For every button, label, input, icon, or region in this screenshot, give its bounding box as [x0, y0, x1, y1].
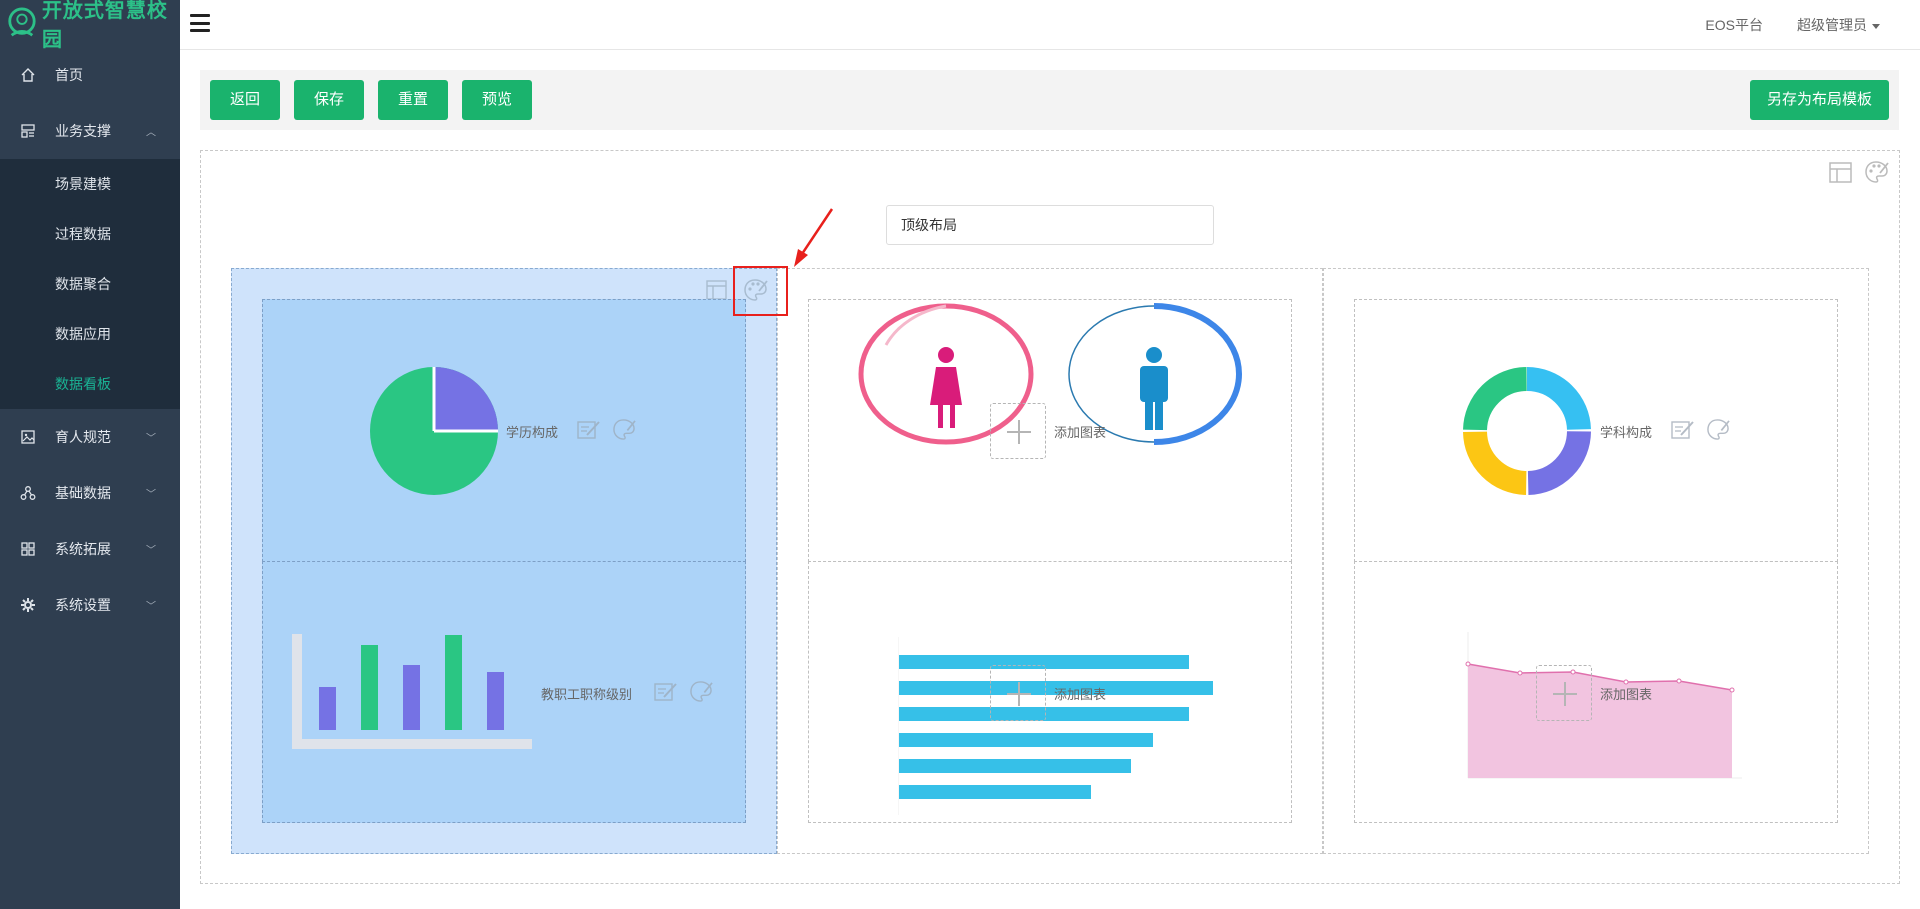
toolbar: 返回 保存 重置 预览 另存为布局模板 — [200, 70, 1899, 130]
sidebar-item-label: 系统拓展 — [55, 541, 111, 557]
edit-icon[interactable] — [577, 419, 601, 440]
chart-title: 添加图表 — [1600, 687, 1653, 702]
sidebar-item-system-extension[interactable]: 系统拓展 ﹀ — [0, 521, 180, 577]
sidebar-item-basic-data[interactable]: 基础数据 ﹀ — [0, 465, 180, 521]
logo-text: 开放式智慧校园 — [41, 0, 168, 51]
sidebar-item-label: 首页 — [55, 67, 83, 83]
sidebar-item-label: 育人规范 — [55, 429, 111, 445]
sitemap-icon — [20, 485, 36, 501]
donut-chart-preview — [1463, 367, 1591, 495]
palette-icon[interactable] — [1864, 160, 1889, 184]
sidebar-subitem-scene-modeling[interactable]: 场景建模 — [0, 159, 180, 209]
palette-icon[interactable] — [1706, 418, 1730, 441]
edit-icon[interactable] — [654, 681, 678, 702]
layout-name-input[interactable]: 顶级布局 — [886, 205, 1214, 245]
chevron-down-icon: ﹀ — [146, 601, 156, 613]
chart-title: 教职工职称级别 — [541, 687, 633, 702]
sidebar-submenu: 场景建模 过程数据 数据聚合 数据应用 数据看板 — [0, 159, 180, 409]
annotation-arrow-icon — [794, 208, 834, 267]
sidebar-item-education-norms[interactable]: 育人规范 ﹀ — [0, 409, 180, 465]
sidebar-item-label: 业务支撑 — [55, 123, 111, 139]
add-chart-button[interactable] — [990, 403, 1046, 459]
menu-toggle-icon[interactable] — [190, 14, 210, 32]
area-chart-preview — [1465, 632, 1742, 779]
sidebar-item-home[interactable]: 首页 — [0, 47, 180, 103]
logo-icon — [8, 7, 36, 36]
chart-title: 学历构成 — [506, 425, 559, 440]
chevron-down-icon: ﹀ — [146, 545, 156, 557]
palette-icon[interactable] — [689, 680, 713, 703]
dashboard-icon — [20, 123, 36, 139]
gear-icon — [20, 597, 36, 613]
sidebar-subitem-data-aggregation[interactable]: 数据聚合 — [0, 259, 180, 309]
pie-chart-preview — [370, 367, 498, 495]
chart-cell-subjects[interactable] — [1354, 299, 1838, 562]
horizontal-bar-chart-preview — [898, 637, 1213, 815]
save-as-template-button[interactable]: 另存为布局模板 — [1750, 80, 1889, 120]
add-chart-button[interactable] — [990, 665, 1046, 721]
bar-chart-preview — [292, 634, 532, 749]
chevron-down-icon: ﹀ — [146, 489, 156, 501]
chart-cell-education[interactable] — [262, 299, 746, 562]
add-chart-button[interactable] — [1536, 665, 1592, 721]
sidebar-subitem-data-dashboard[interactable]: 数据看板 — [0, 359, 180, 409]
sidebar-item-label: 系统设置 — [55, 597, 111, 613]
preview-button[interactable]: 预览 — [462, 80, 532, 120]
chart-title: 添加图表 — [1054, 425, 1107, 440]
top-right-menu: EOS平台 超级管理员 — [1705, 0, 1880, 50]
palette-icon[interactable] — [612, 418, 636, 441]
user-name: 超级管理员 — [1797, 17, 1867, 33]
gender-chart-preview — [858, 303, 1242, 445]
caret-down-icon — [1872, 23, 1880, 29]
reset-button[interactable]: 重置 — [378, 80, 448, 120]
sidebar-item-business-support[interactable]: 业务支撑 ︿ — [0, 103, 180, 159]
chevron-up-icon: ︿ — [146, 127, 156, 139]
sidebar: 开放式智慧校园 首页 业务支撑 ︿ 场景建模 过程数据 数据聚合 数据应用 数据… — [0, 0, 180, 909]
home-icon — [20, 67, 36, 83]
chart-title: 添加图表 — [1054, 687, 1107, 702]
chart-title: 学科构成 — [1600, 425, 1653, 440]
user-menu[interactable]: 超级管理员 — [1797, 15, 1880, 35]
sidebar-subitem-data-application[interactable]: 数据应用 — [0, 309, 180, 359]
sidebar-item-system-settings[interactable]: 系统设置 ﹀ — [0, 577, 180, 633]
top-bar: EOS平台 超级管理员 — [180, 0, 1920, 50]
layout-icon[interactable] — [706, 280, 727, 300]
platform-link[interactable]: EOS平台 — [1705, 15, 1763, 35]
chevron-down-icon: ﹀ — [146, 433, 156, 445]
image-icon — [20, 429, 36, 445]
edit-icon[interactable] — [1671, 419, 1695, 440]
save-button[interactable]: 保存 — [294, 80, 364, 120]
layout-icon[interactable] — [1829, 162, 1852, 183]
logo: 开放式智慧校园 — [0, 0, 180, 51]
apps-icon — [20, 541, 36, 557]
sidebar-subitem-process-data[interactable]: 过程数据 — [0, 209, 180, 259]
back-button[interactable]: 返回 — [210, 80, 280, 120]
highlight-box — [733, 266, 788, 316]
sidebar-item-label: 基础数据 — [55, 485, 111, 501]
